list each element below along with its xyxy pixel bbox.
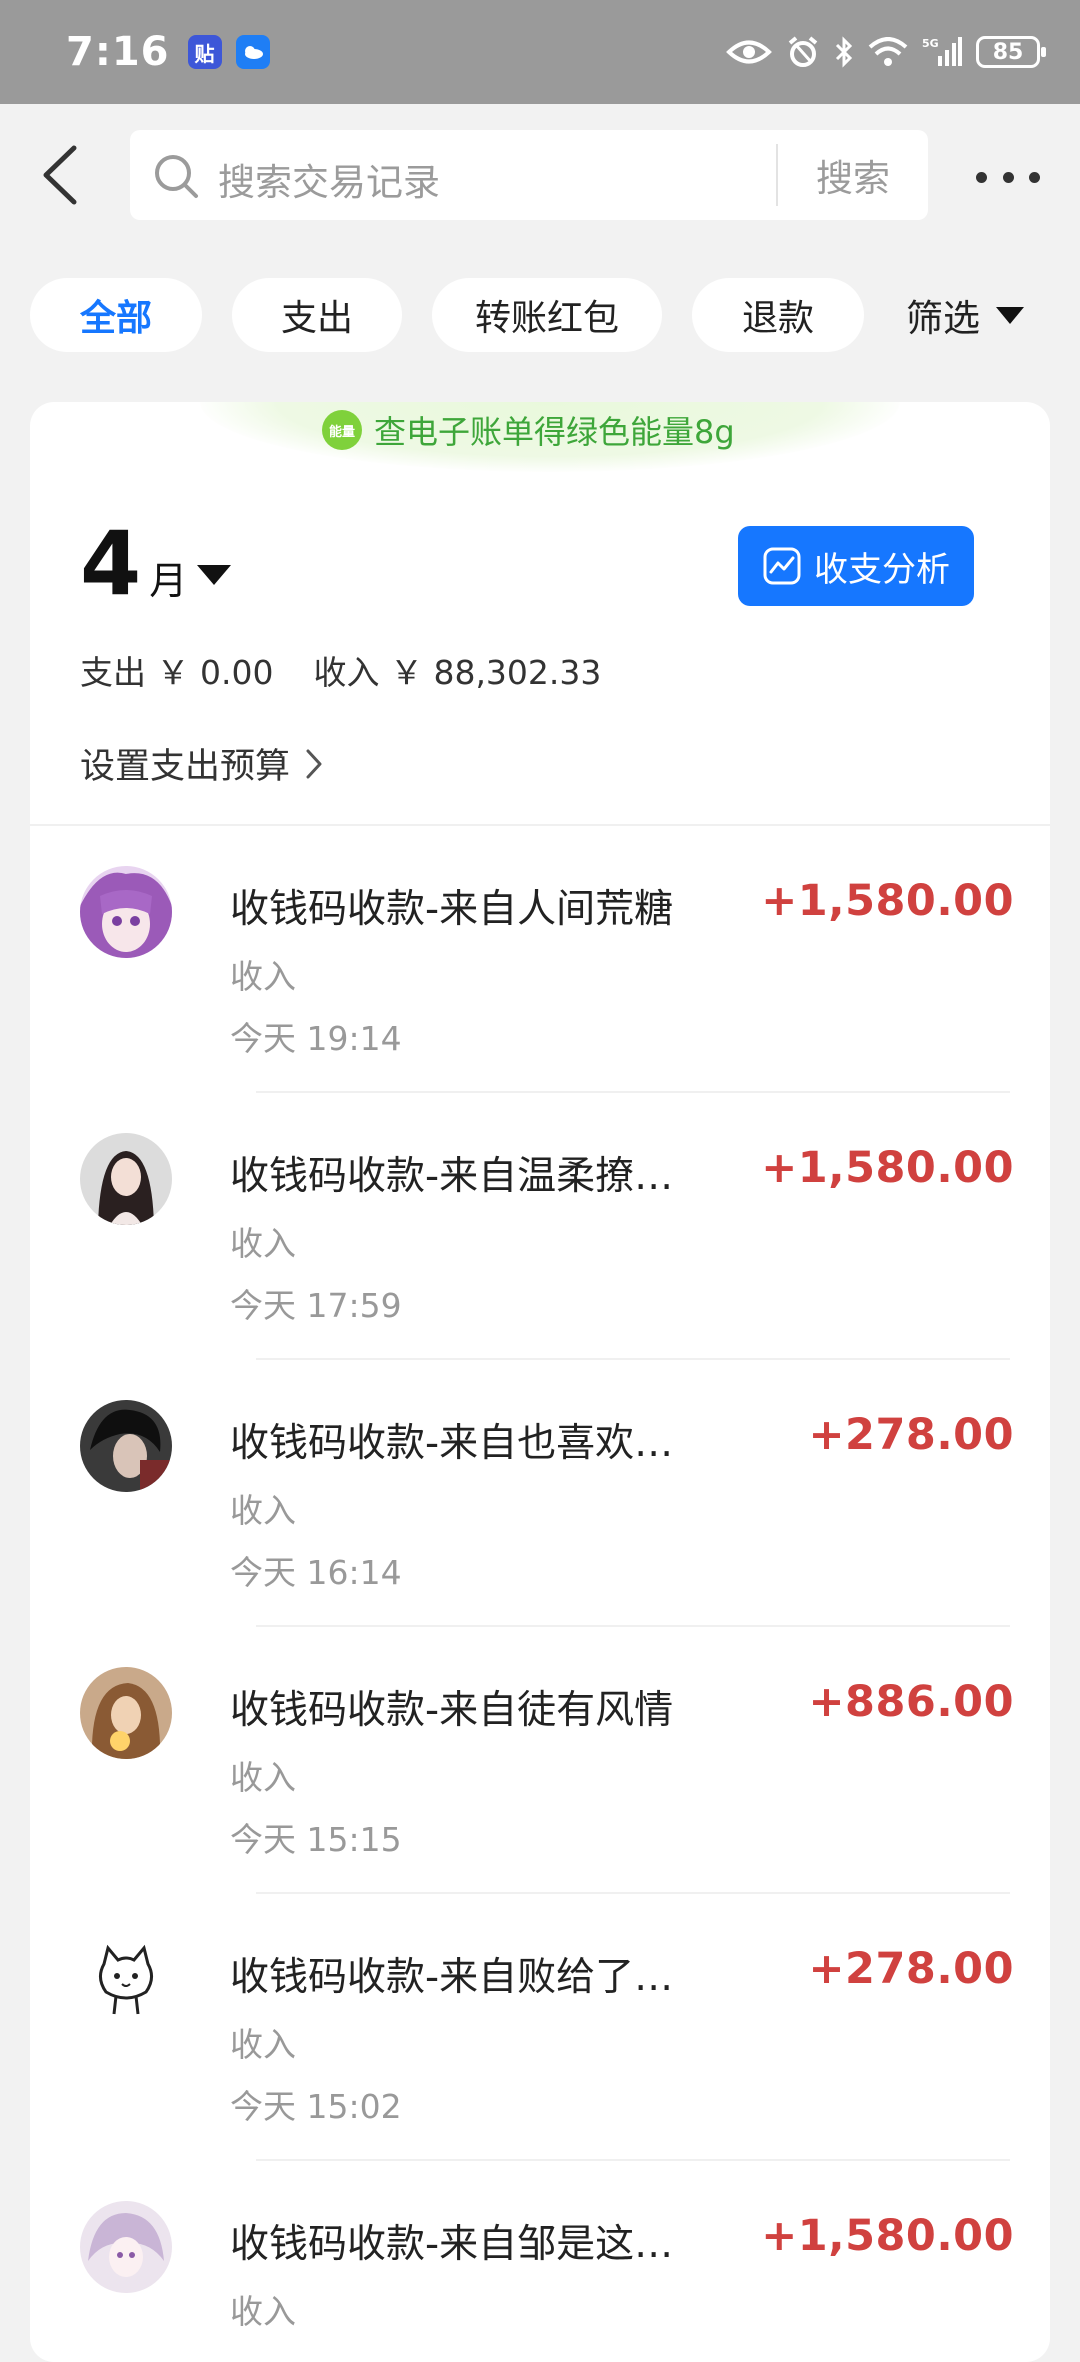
income-total: 收入 ￥ 88,302.33 — [313, 653, 602, 692]
search-input[interactable]: 搜索交易记录 — [218, 152, 440, 206]
tab-transfer-redpacket[interactable]: 转账红包 — [432, 278, 662, 352]
transaction-row[interactable]: 收钱码收款-来自邹是这… 收入 +1,580.00 — [30, 2161, 1050, 2362]
transaction-amount: +1,580.00 — [761, 1143, 1014, 1193]
header: 搜索交易记录 搜索 — [0, 104, 1080, 250]
transaction-amount: +278.00 — [808, 1410, 1014, 1460]
transaction-amount: +1,580.00 — [761, 876, 1014, 926]
tab-all[interactable]: 全部 — [30, 278, 202, 352]
transaction-type: 收入 — [230, 2292, 296, 2331]
transaction-type: 收入 — [230, 957, 296, 996]
avatar — [80, 1667, 172, 1759]
eye-icon — [726, 37, 772, 67]
transaction-row[interactable]: 收钱码收款-来自败给了… 收入 今天 15:02 +278.00 — [30, 1894, 1050, 2161]
chart-icon — [763, 547, 801, 585]
month-selector[interactable]: 4 月 — [80, 512, 232, 615]
back-button[interactable] — [40, 144, 100, 214]
eco-energy-banner[interactable]: 能量 查电子账单得绿色能量8g — [322, 402, 735, 458]
cellular-signal-icon: 5G — [922, 36, 962, 68]
transaction-title: 收钱码收款-来自邹是这… — [230, 2222, 674, 2267]
avatar — [80, 1400, 172, 1492]
transaction-title: 收钱码收款-来自徒有风情 — [230, 1688, 674, 1733]
chevron-right-icon — [306, 749, 322, 778]
dropdown-triangle-icon — [996, 306, 1024, 324]
transaction-time: 今天 17:59 — [230, 1286, 402, 1325]
transaction-row[interactable]: 收钱码收款-来自人间荒糖 收入 今天 19:14 +1,580.00 — [30, 826, 1050, 1093]
eco-banner-text: 查电子账单得绿色能量8g — [374, 413, 735, 451]
transaction-title: 收钱码收款-来自人间荒糖 — [230, 887, 674, 932]
tab-refund[interactable]: 退款 — [692, 278, 864, 352]
bluetooth-icon — [834, 35, 854, 69]
status-bar: 7:16 贴 5G 85 — [0, 0, 1080, 104]
monthly-summary: 支出 ￥ 0.00 收入 ￥ 88,302.33 — [80, 646, 601, 694]
income-expense-analysis-button[interactable]: 收支分析 — [738, 526, 974, 606]
transaction-time: 今天 19:14 — [230, 1019, 402, 1058]
budget-link-label: 设置支出预算 — [80, 747, 291, 787]
transaction-row[interactable]: 收钱码收款-来自也喜欢… 收入 今天 16:14 +278.00 — [30, 1360, 1050, 1627]
avatar — [80, 2201, 172, 2293]
month-dropdown-icon — [197, 565, 232, 585]
back-arrow-icon — [43, 145, 77, 205]
bill-card: 能量 查电子账单得绿色能量8g 4 月 收支分析 支出 ￥ 0.00 收入 ￥ … — [30, 402, 1050, 2362]
transaction-type: 收入 — [230, 1224, 296, 1263]
status-indicators: 5G 85 — [726, 35, 1046, 69]
transaction-time: 今天 15:15 — [230, 1820, 402, 1859]
transaction-type: 收入 — [230, 2025, 296, 2064]
filter-button[interactable]: 筛选 — [906, 278, 1024, 352]
tieba-app-icon: 贴 — [187, 35, 222, 69]
transaction-time: 今天 16:14 — [230, 1553, 402, 1592]
transaction-type: 收入 — [230, 1491, 296, 1530]
filter-tabs: 全部 支出 转账红包 退款 筛选 — [0, 278, 1080, 354]
filter-label: 筛选 — [906, 297, 980, 340]
search-icon — [155, 155, 198, 198]
avatar — [80, 866, 172, 958]
expense-total: 支出 ￥ 0.00 — [80, 653, 274, 692]
analysis-button-label: 收支分析 — [814, 549, 950, 590]
transaction-type: 收入 — [230, 1758, 296, 1797]
status-time: 7:16 — [66, 29, 170, 75]
transaction-amount: +278.00 — [808, 1944, 1014, 1994]
battery-indicator: 85 — [976, 36, 1046, 68]
search-box[interactable]: 搜索交易记录 搜索 — [130, 130, 928, 220]
set-budget-link[interactable]: 设置支出预算 — [80, 738, 324, 789]
more-dot — [1002, 171, 1014, 183]
alarm-icon — [786, 35, 820, 69]
svg-text:5G: 5G — [922, 37, 939, 50]
avatar — [80, 1934, 172, 2026]
transaction-time: 今天 15:02 — [230, 2087, 402, 2126]
month-number: 4 — [80, 512, 142, 615]
wifi-icon — [868, 37, 908, 67]
transaction-row[interactable]: 收钱码收款-来自温柔撩… 收入 今天 17:59 +1,580.00 — [30, 1093, 1050, 1360]
transaction-amount: +1,580.00 — [761, 2211, 1014, 2261]
avatar — [80, 1133, 172, 1225]
transaction-list: 收钱码收款-来自人间荒糖 收入 今天 19:14 +1,580.00 收钱码收款… — [30, 826, 1050, 2362]
more-dot — [1029, 171, 1040, 183]
transaction-row[interactable]: 收钱码收款-来自徒有风情 收入 今天 15:15 +886.00 — [30, 1627, 1050, 1894]
more-options-button[interactable] — [976, 162, 1040, 192]
weather-app-icon — [235, 35, 270, 69]
more-dot — [976, 171, 987, 183]
transaction-title: 收钱码收款-来自败给了… — [230, 1955, 674, 2000]
transaction-amount: +886.00 — [808, 1677, 1014, 1727]
green-energy-icon: 能量 — [322, 410, 362, 450]
transaction-title: 收钱码收款-来自也喜欢… — [230, 1421, 674, 1466]
month-unit: 月 — [149, 559, 188, 603]
transaction-title: 收钱码收款-来自温柔撩… — [230, 1154, 674, 1199]
tab-expense[interactable]: 支出 — [232, 278, 402, 352]
search-button[interactable]: 搜索 — [778, 130, 928, 220]
